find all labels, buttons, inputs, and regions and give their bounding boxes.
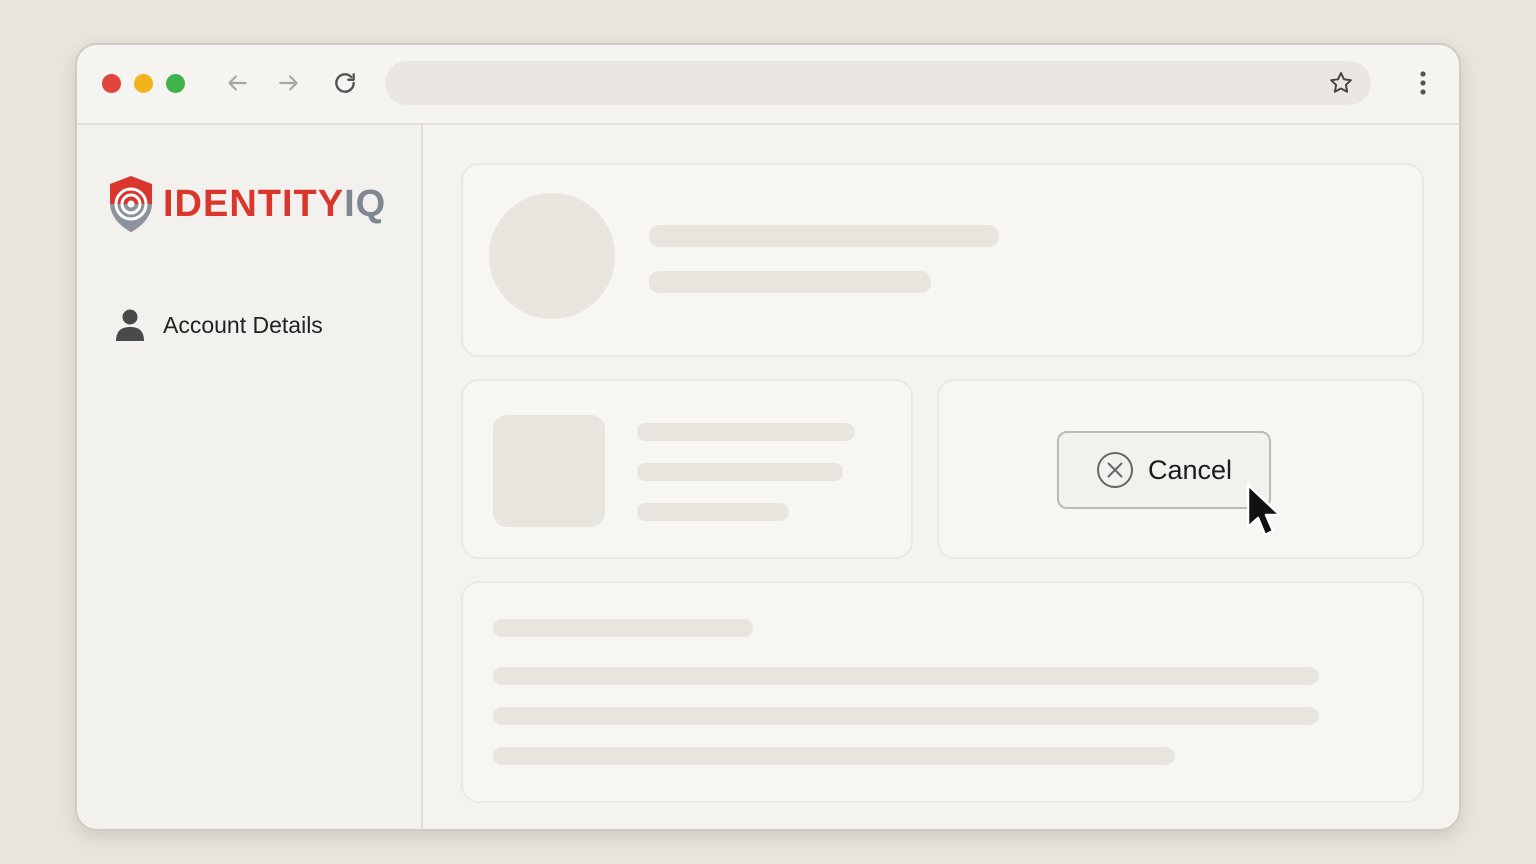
profile-card-placeholder [461,163,1424,357]
logo-text-iq: IQ [344,182,387,225]
text-placeholder [493,707,1319,725]
forward-button[interactable] [273,67,305,99]
text-placeholder [649,225,999,247]
identityiq-logo[interactable]: IDENTITYIQ [107,173,386,235]
image-placeholder [493,415,605,527]
sidebar: IDENTITYIQ Account Details [77,125,423,829]
text-placeholder [637,503,789,521]
forward-arrow-icon [279,75,298,91]
close-window-button[interactable] [102,74,121,93]
sidebar-item-label: Account Details [163,311,323,338]
reload-icon [335,73,355,93]
text-placeholder [649,271,931,293]
avatar-placeholder [489,193,615,319]
user-icon [116,309,144,341]
bookmark-star-icon [1330,72,1352,93]
close-circle-icon [1096,452,1133,488]
back-arrow-icon [228,75,247,91]
more-vert-icon [1420,71,1426,95]
details-card-placeholder [461,581,1424,803]
reload-button[interactable] [329,67,361,99]
shield-logo-icon [110,176,152,232]
back-button[interactable] [221,67,253,99]
browser-window: IDENTITYIQ Account Details Cancel [75,43,1461,831]
address-bar[interactable] [385,61,1371,105]
info-card-placeholder [461,379,913,559]
cancel-button-label: Cancel [1147,454,1233,485]
mouse-pointer-icon [1246,483,1282,537]
minimize-window-button[interactable] [134,74,153,93]
logo-text-identity: IDENTITY [163,182,345,225]
bookmark-button[interactable] [1327,69,1355,97]
text-placeholder [493,747,1175,765]
sidebar-item-account-details[interactable]: Account Details [115,307,323,343]
logo-wordmark: IDENTITYIQ [163,183,386,226]
browser-toolbar [77,45,1459,125]
cancel-button[interactable]: Cancel [1057,431,1271,509]
text-placeholder [637,463,843,481]
maximize-window-button[interactable] [166,74,185,93]
text-placeholder [637,423,855,441]
browser-menu-button[interactable] [1411,67,1435,99]
text-placeholder [493,619,753,637]
text-placeholder [493,667,1319,685]
